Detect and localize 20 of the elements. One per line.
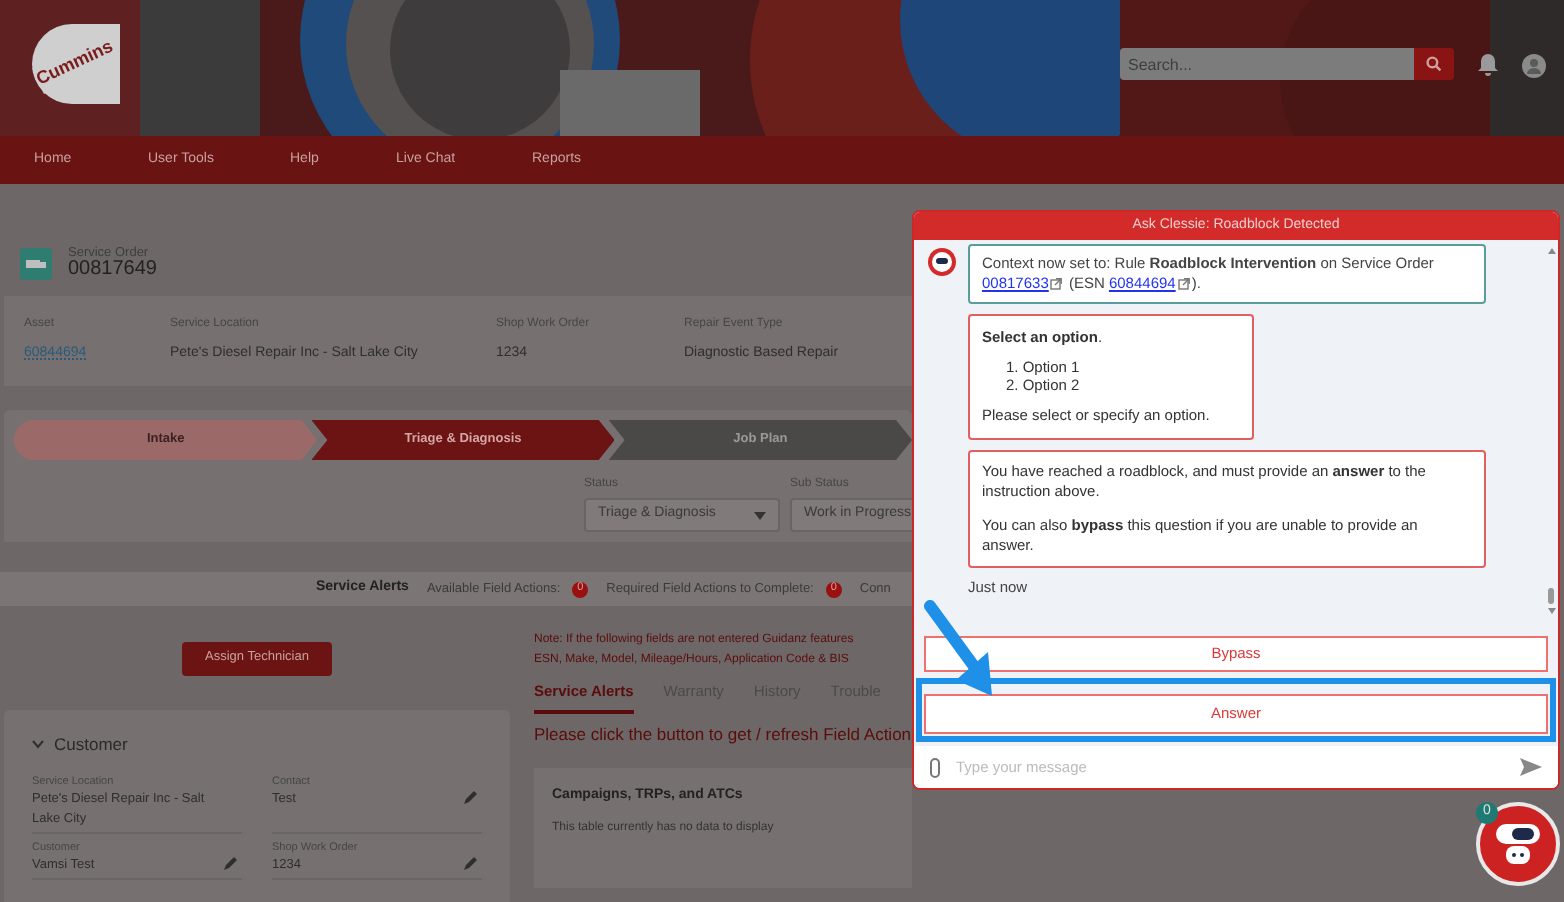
external-link-icon[interactable] <box>1050 278 1063 291</box>
chatbot-button[interactable] <box>1476 802 1560 886</box>
paperclip-icon[interactable] <box>930 757 940 777</box>
chevron-icon[interactable] <box>32 738 44 751</box>
notification-bell-icon[interactable] <box>1478 54 1498 76</box>
search-icon <box>1426 56 1442 72</box>
service-order-number: 00817649 <box>68 260 157 280</box>
pencil-icon[interactable] <box>464 789 478 804</box>
refresh-message: Please click the button to get / refresh Field Action <box>534 722 912 748</box>
external-link-icon[interactable] <box>1177 278 1190 291</box>
section-title: Customer <box>54 732 128 758</box>
user-avatar-icon[interactable] <box>1522 54 1546 78</box>
send-icon[interactable] <box>1520 758 1542 776</box>
pencil-icon[interactable] <box>464 856 478 870</box>
search-button[interactable] <box>1414 48 1454 80</box>
caret-icon <box>754 511 766 519</box>
robot-icon <box>1492 820 1544 868</box>
search-field[interactable]: Search... <box>1120 48 1414 80</box>
pencil-icon[interactable] <box>224 856 238 870</box>
bot-avatar-icon <box>927 248 955 276</box>
